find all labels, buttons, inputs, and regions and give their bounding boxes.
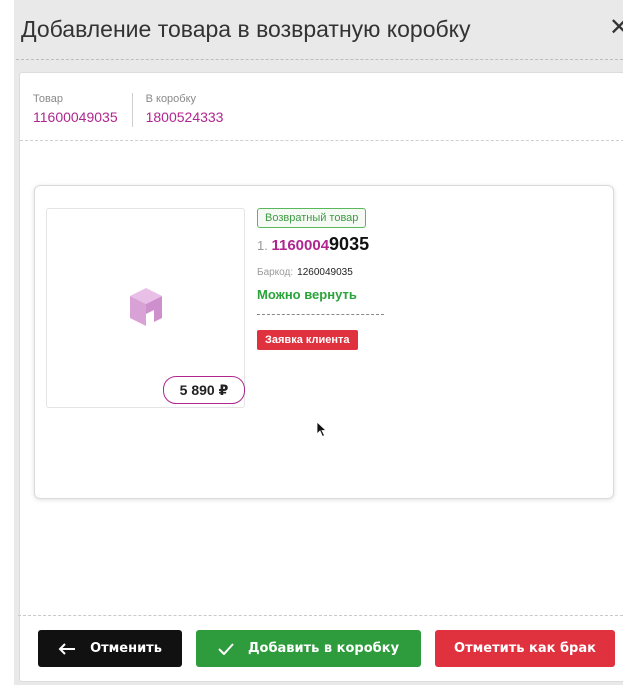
barcode-value: 1260049035: [297, 267, 353, 278]
box-info: В коробку 1800524333: [131, 93, 238, 127]
box-value: 1800524333: [145, 109, 224, 125]
article-line: 1. 11600049035: [257, 234, 387, 255]
barcode-label: Баркод:: [257, 267, 294, 278]
mouse-cursor-icon: [316, 421, 328, 438]
product-image: 5 890 ₽: [46, 208, 245, 408]
dialog-title: Добавление товара в возвратную коробку: [21, 16, 471, 42]
dialog-content: Товар 11600049035 В коробку 1800524333 5…: [19, 72, 623, 682]
info-divider: [20, 140, 623, 141]
product-label: Товар: [33, 93, 63, 105]
cancel-button[interactable]: Отменить: [38, 630, 182, 667]
mark-defect-button[interactable]: Отметить как брак: [435, 630, 615, 667]
transfer-info: Товар 11600049035 В коробку 1800524333: [33, 93, 237, 127]
product-card: 5 890 ₽ Возвратный товар 1. 11600049035 …: [34, 185, 614, 499]
add-to-box-button[interactable]: Добавить в коробку: [196, 630, 421, 667]
price-badge: 5 890 ₽: [163, 376, 245, 404]
article-suffix: 9035: [329, 234, 370, 254]
product-info: Товар 11600049035: [33, 93, 132, 127]
details-divider: [257, 314, 384, 315]
cancel-button-label: Отменить: [90, 641, 162, 656]
check-icon: [218, 642, 234, 655]
close-icon[interactable]: ✕: [609, 14, 623, 42]
barcode-line: Баркод: 1260049035: [257, 267, 387, 278]
page-background-strip: [0, 0, 14, 685]
footer-divider: [18, 615, 623, 616]
product-details: Возвратный товар 1. 11600049035 Баркод: 1…: [257, 208, 387, 350]
defect-button-label: Отметить как брак: [454, 641, 596, 656]
return-status: Можно вернуть: [257, 287, 357, 302]
customer-claim-tag: Заявка клиента: [257, 330, 358, 350]
return-item-tag: Возвратный товар: [257, 208, 367, 228]
box-label: В коробку: [145, 93, 197, 105]
item-index: 1.: [257, 238, 268, 253]
add-button-label: Добавить в коробку: [247, 641, 400, 656]
return-box-dialog: Добавление товара в возвратную коробку ✕…: [14, 0, 623, 685]
product-value: 11600049035: [33, 109, 118, 125]
title-divider: [16, 59, 623, 60]
arrow-left-icon: [58, 642, 76, 655]
article-prefix: 1160004: [271, 237, 330, 254]
cube-placeholder-icon: [130, 288, 162, 326]
